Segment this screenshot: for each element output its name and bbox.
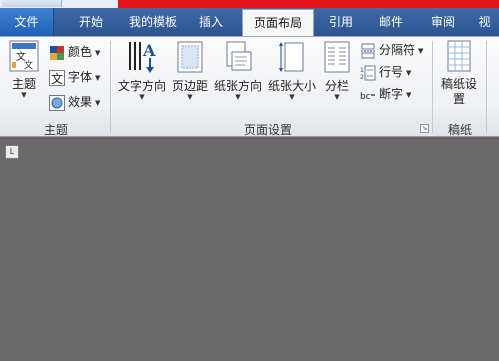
tab-file[interactable]: 文件 [0,8,54,36]
theme-effects-button[interactable]: 效果 ▼ [49,92,100,112]
group-divider [486,41,487,133]
breaks-label: 分隔符 [379,43,416,57]
chevron-down-icon: ▼ [139,93,145,101]
chevron-down-icon: ▼ [95,48,101,57]
svg-text:1: 1 [360,67,364,74]
page-size-button[interactable]: 纸张大小 ▼ [264,40,320,102]
group-label-draft-paper: 稿纸 [447,123,472,137]
line-numbers-label: 行号 [379,65,404,79]
svg-text:文: 文 [51,71,63,86]
columns-icon [320,40,354,77]
group-label-page-setup: 页面设置 [243,123,292,137]
draft-paper-setup-button[interactable]: 稿纸设置 [438,40,480,107]
svg-text:2: 2 [360,74,364,81]
group-label-themes: 主题 [43,123,68,137]
text-direction-label: 文字方向 [117,79,166,93]
document-workspace[interactable]: L [0,138,499,361]
line-numbers-icon: 1 2 [360,65,376,81]
group-divider [432,41,433,133]
svg-text:A: A [142,41,156,60]
theme-fonts-label: 字体 [68,70,93,84]
margins-label: 页边距 [171,79,208,93]
theme-effects-label: 效果 [68,95,93,109]
tab-view[interactable]: 视 [470,8,499,36]
svg-text:文: 文 [24,59,33,71]
theme-colors-label: 颜色 [68,45,93,59]
color-palette-icon [49,45,65,61]
chevron-down-icon: ▼ [95,98,101,107]
breaks-icon [360,43,376,59]
line-numbers-button[interactable]: 1 2 行号 ▼ [360,62,411,82]
tab-references[interactable]: 引用 [318,8,364,36]
breaks-button[interactable]: 分隔符 ▼ [360,40,423,60]
tab-mailings[interactable]: 邮件 [368,8,414,36]
title-accent-bar [118,0,499,8]
hyphenation-label: 断字 [379,87,404,101]
svg-text:bc: bc [360,92,371,102]
orientation-icon [210,40,266,77]
columns-button[interactable]: 分栏 ▼ [320,40,354,102]
columns-label: 分栏 [324,79,349,93]
chevron-down-icon: ▼ [289,93,295,101]
theme-colors-button[interactable]: 颜色 ▼ [49,42,100,62]
ruler-toggle-button[interactable]: L [5,145,19,159]
chevron-down-icon: ▼ [187,93,193,101]
tab-page-layout[interactable]: 页面布局 [242,9,314,37]
themes-icon: 文 文 [6,40,42,75]
themes-button[interactable]: 文 文 主题 ▼ [6,40,42,100]
tab-my-templates[interactable]: 我的模板 [122,8,184,36]
chevron-down-icon: ▼ [334,93,340,101]
chevron-down-icon: ▼ [95,73,101,82]
page-setup-dialog-launcher[interactable]: ↘ [420,124,429,133]
effects-icon [49,94,65,111]
tab-insert[interactable]: 插入 [188,8,234,36]
text-direction-button[interactable]: A 文字方向 ▼ [114,40,170,102]
themes-label: 主题 [11,77,36,91]
margins-icon [168,40,212,77]
chevron-down-icon: ▼ [406,90,412,99]
text-direction-icon: A [114,40,170,77]
group-divider [110,41,111,133]
tab-home[interactable]: 开始 [62,8,120,36]
theme-fonts-button[interactable]: 文 字体 ▼ [49,67,100,87]
ribbon-tab-bar: 文件 开始 我的模板 插入 页面布局 引用 邮件 审阅 视 [0,8,499,37]
chevron-down-icon: ▼ [406,68,412,77]
page-size-icon [264,40,320,77]
tab-review[interactable]: 审阅 [420,8,466,36]
chevron-down-icon: ▼ [418,46,424,55]
margins-button[interactable]: 页边距 ▼ [168,40,212,102]
title-strip [0,0,499,8]
hyphenation-icon: bc [360,87,376,103]
draft-paper-setup-label: 稿纸设置 [440,77,477,106]
chevron-down-icon: ▼ [21,91,27,99]
ribbon: 文 文 主题 ▼ 颜色 ▼ 文 字体 ▼ 效果 ▼ 主题 A 文字方向 ▼ 页边… [0,36,499,137]
hyphenation-button[interactable]: bc 断字 ▼ [360,84,411,104]
draft-paper-icon [438,40,480,75]
orientation-button[interactable]: 纸张方向 ▼ [210,40,266,102]
orientation-label: 纸张方向 [213,79,262,93]
font-icon: 文 [49,69,65,86]
chevron-down-icon: ▼ [235,93,241,101]
quick-access-toolbar[interactable] [2,0,62,7]
page-size-label: 纸张大小 [267,79,316,93]
